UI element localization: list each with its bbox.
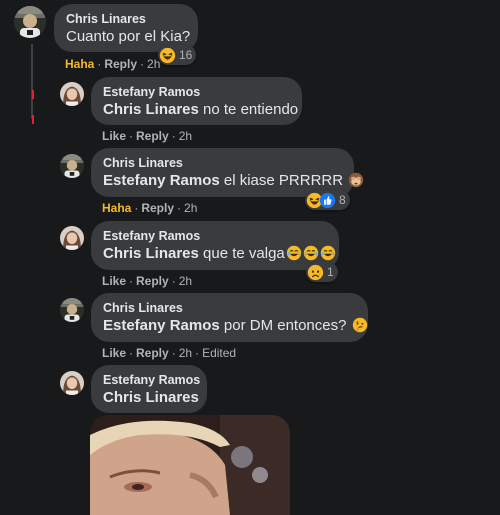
separator: · [134,201,139,215]
separator: · [177,201,182,215]
mention-link[interactable]: Chris Linares [103,245,199,262]
comment-text: Estefany Ramos por DM entonces? [103,316,356,335]
separator: · [171,129,176,143]
tears-of-joy-emoji [303,245,319,261]
tears-of-joy-emoji [320,245,336,261]
like-button[interactable]: Like [102,346,126,360]
reaction-count: 8 [339,193,346,207]
like-button[interactable]: Like [102,274,126,288]
like-button[interactable]: Like [102,129,126,143]
comment-actions: Like · Reply · 2h [102,129,192,143]
comment-text: Estefany Ramos el kiase PRRRRR [103,171,342,190]
reply-button[interactable]: Reply [136,346,169,360]
avatar-chris-linares[interactable] [14,6,46,38]
comment-bubble: Estefany Ramos Chris Linares [91,365,207,413]
comment-bubble: Estefany Ramos Chris Linares no te entie… [91,77,302,125]
mention-link[interactable]: Estefany Ramos [103,172,220,189]
reply-button[interactable]: Reply [141,201,174,215]
separator: · [171,346,176,360]
timestamp[interactable]: 2h [179,346,192,360]
reaction-count: 1 [327,265,334,279]
avatar-estefany-ramos[interactable] [60,226,84,250]
timestamp[interactable]: 2h [184,201,197,215]
separator: · [140,57,145,71]
comment-author[interactable]: Chris Linares [66,12,186,27]
timestamp[interactable]: 2h [147,57,160,71]
separator: · [129,274,134,288]
mention-link[interactable]: Chris Linares [103,389,199,406]
thinking-face-emoji [352,317,368,333]
reaction-count: 16 [179,48,193,62]
comment-actions: Haha · Reply · 2h [65,57,160,71]
avatar-chris-linares[interactable] [60,154,84,178]
separator: · [129,346,134,360]
avatar-chris-linares[interactable] [60,298,84,322]
reaction-summary[interactable]: 8 [305,190,350,210]
tears-of-joy-emoji [286,245,302,261]
thread-marker [32,115,34,124]
reaction-summary[interactable]: 16 [158,45,197,65]
comment-author[interactable]: Estefany Ramos [103,85,290,100]
separator: · [171,274,176,288]
laughing-face-icon [159,47,176,64]
comment-actions: Haha · Reply · 2h [102,201,197,215]
thread-marker [32,90,34,99]
comment-author[interactable]: Estefany Ramos [103,229,327,244]
haha-reaction-button[interactable]: Haha [65,57,94,71]
reply-button[interactable]: Reply [136,274,169,288]
thumbs-up-icon [319,192,336,209]
comment-text: Cuanto por el Kia? [66,28,191,45]
comment-text: Chris Linares que te valga [103,244,327,263]
haha-reaction-button[interactable]: Haha [102,201,131,215]
comment-author[interactable]: Chris Linares [103,301,356,316]
separator: · [97,57,102,71]
comment-author[interactable]: Chris Linares [103,156,342,171]
comment-bubble: Chris Linares Estefany Ramos por DM ento… [91,293,368,342]
mention-link[interactable]: Chris Linares [103,101,199,118]
reaction-summary[interactable]: 1 [306,262,338,282]
gif-attachment[interactable] [90,415,290,515]
separator: · [195,346,200,360]
timestamp[interactable]: 2h [179,129,192,143]
mention-link[interactable]: Estefany Ramos [103,317,220,334]
avatar-estefany-ramos[interactable] [60,371,84,395]
comment-bubble: Estefany Ramos Chris Linares que te valg… [91,221,339,270]
comment-actions: Like · Reply · 2h [102,274,192,288]
comment-body: que te valga [198,245,285,262]
avatar-estefany-ramos[interactable] [60,82,84,106]
thread-line [31,44,33,119]
comment-author[interactable]: Estefany Ramos [103,373,200,388]
comment-text: Chris Linares no te entiendo [103,100,298,119]
comment-body: el kiase PRRRRR [219,172,344,189]
comment-text: Chris Linares [103,388,199,407]
see-no-evil-monkey-emoji [348,172,364,188]
comment-body: no te entiendo [198,101,299,118]
edited-label[interactable]: Edited [202,346,236,360]
timestamp[interactable]: 2h [179,274,192,288]
comment-actions: Like · Reply · 2h · Edited [102,346,236,360]
sad-face-icon [307,264,324,281]
reply-button[interactable]: Reply [104,57,137,71]
reply-button[interactable]: Reply [136,129,169,143]
comment-body: por DM entonces? [219,317,347,334]
separator: · [129,129,134,143]
